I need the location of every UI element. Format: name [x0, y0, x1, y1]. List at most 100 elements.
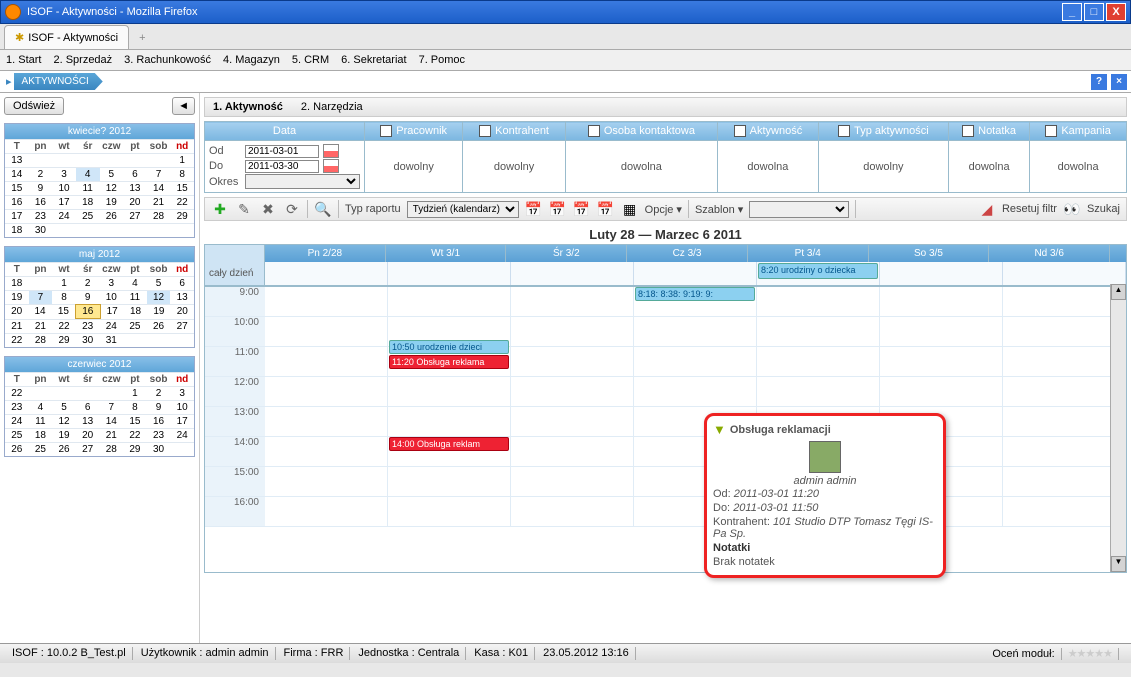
minical-day[interactable]: 23 — [147, 428, 171, 442]
minical-day[interactable]: 17 — [170, 414, 194, 428]
checkbox-icon[interactable] — [734, 125, 746, 137]
new-tab-button[interactable]: + — [129, 27, 155, 49]
filter-cell[interactable]: dowolna — [565, 141, 717, 193]
add-icon[interactable]: ✚ — [211, 200, 229, 218]
minical-day[interactable]: 13 — [170, 290, 194, 304]
menu-sekretariat[interactable]: 6. Sekretariat — [341, 54, 406, 66]
opcje-menu[interactable]: Opcje ▾ — [645, 203, 682, 216]
menu-rachunkowosc[interactable]: 3. Rachunkowość — [124, 54, 211, 66]
minical-day[interactable]: 8 — [170, 167, 194, 181]
minical-day[interactable]: 24 — [100, 319, 124, 333]
col-pn[interactable] — [265, 287, 388, 527]
cal5-icon[interactable]: 📅 — [549, 200, 567, 218]
event-birthday[interactable]: 10:50 urodzenie dzieci — [389, 340, 509, 354]
event-allday-birthday[interactable]: 8:20 urodziny o dziecka — [758, 263, 878, 279]
minical-day[interactable]: 17 — [101, 304, 124, 319]
minical-day[interactable]: 15 — [170, 181, 194, 195]
browser-tab[interactable]: ✱ ISOF - Aktywności — [4, 25, 129, 49]
minical-day[interactable]: 29 — [170, 209, 194, 223]
checkbox-icon[interactable] — [479, 125, 491, 137]
refresh-icon[interactable]: ⟳ — [283, 200, 301, 218]
reset-filter-button[interactable]: Resetuj filtr — [1002, 203, 1057, 215]
minical-day[interactable]: 22 — [5, 386, 29, 400]
minical-day[interactable]: 4 — [29, 400, 53, 414]
minical-day[interactable]: 30 — [29, 223, 53, 237]
minical-day[interactable]: 25 — [123, 319, 147, 333]
minical-day[interactable]: 16 — [29, 195, 53, 209]
minical-day[interactable] — [123, 223, 147, 237]
menu-sprzedaz[interactable]: 2. Sprzedaż — [53, 54, 112, 66]
minical-day[interactable]: 8 — [123, 400, 147, 414]
minical-day[interactable]: 24 — [170, 428, 194, 442]
minical-day[interactable]: 19 — [147, 304, 170, 319]
minical-day[interactable]: 28 — [147, 209, 171, 223]
minical-day[interactable] — [170, 442, 194, 456]
status-rate[interactable]: Oceń moduł:★★★★★ — [980, 647, 1125, 660]
checkbox-icon[interactable] — [1045, 125, 1057, 137]
filter-cell[interactable]: dowolny — [365, 141, 463, 193]
minical-day[interactable]: 23 — [76, 319, 100, 333]
col-pracownik[interactable]: Pracownik — [365, 122, 463, 141]
cal31-icon[interactable]: 📅 — [597, 200, 615, 218]
minical-day[interactable]: 5 — [147, 276, 171, 290]
checkbox-icon[interactable] — [962, 125, 974, 137]
minical-day[interactable]: 24 — [52, 209, 76, 223]
minical-day[interactable]: 7 — [29, 290, 53, 304]
minical-day[interactable]: 26 — [147, 319, 171, 333]
checkbox-icon[interactable] — [838, 125, 850, 137]
minical-day[interactable]: 3 — [100, 276, 124, 290]
col-nd[interactable] — [1003, 287, 1126, 527]
minical-day[interactable]: 3 — [52, 167, 76, 181]
eraser-icon[interactable]: ◢ — [978, 200, 996, 218]
minical-day[interactable]: 6 — [123, 167, 147, 181]
minical-day[interactable]: 11 — [123, 290, 147, 304]
minical-day[interactable]: 11 — [29, 414, 53, 428]
minical-day[interactable]: 26 — [5, 442, 29, 456]
minical-day[interactable]: 23 — [5, 400, 29, 414]
day-cz[interactable]: Cz 3/3 — [627, 245, 748, 262]
minical-day[interactable]: 14 — [147, 181, 171, 195]
col-aktywnosc[interactable]: Aktywność — [718, 122, 819, 141]
minical-day[interactable]: 22 — [170, 195, 194, 209]
filter-cell[interactable]: dowolny — [463, 141, 565, 193]
minical-day[interactable]: 12 — [100, 181, 124, 195]
minical-day[interactable] — [76, 386, 100, 400]
minical-day[interactable]: 18 — [5, 223, 29, 237]
minical-day[interactable]: 5 — [52, 400, 76, 414]
minical-day[interactable]: 20 — [5, 304, 28, 319]
minical-day[interactable] — [52, 153, 76, 167]
minical-day[interactable]: 27 — [123, 209, 147, 223]
menu-crm[interactable]: 5. CRM — [292, 54, 329, 66]
minical-day[interactable]: 1 — [123, 386, 147, 400]
minical-day[interactable]: 6 — [170, 276, 194, 290]
minical-day[interactable]: 24 — [5, 414, 29, 428]
minical-day[interactable] — [147, 333, 171, 347]
minical-day[interactable]: 3 — [170, 386, 194, 400]
minical-day[interactable]: 29 — [123, 442, 147, 456]
minical-day[interactable] — [170, 333, 194, 347]
event-cz9[interactable]: 8:18: 8:38: 9:19: 9: — [635, 287, 755, 301]
szukaj-button[interactable]: Szukaj — [1087, 203, 1120, 215]
calendar-icon[interactable] — [323, 159, 339, 173]
szablon-select[interactable] — [749, 201, 849, 218]
minical-day[interactable]: 20 — [171, 304, 194, 319]
minical-day[interactable]: 17 — [5, 209, 29, 223]
minical-day[interactable]: 10 — [100, 290, 124, 304]
minical-day[interactable]: 26 — [52, 442, 76, 456]
day-pn[interactable]: Pn 2/28 — [265, 245, 386, 262]
minical-day[interactable]: 7 — [147, 167, 171, 181]
minical-day[interactable]: 2 — [147, 386, 171, 400]
col-sr[interactable] — [511, 287, 634, 527]
minical-day[interactable] — [100, 386, 124, 400]
minical-day[interactable]: 16 — [147, 414, 171, 428]
minical-day[interactable]: 12 — [147, 290, 171, 304]
minical-day[interactable] — [29, 386, 53, 400]
minical-day[interactable] — [123, 153, 147, 167]
minical-day[interactable]: 12 — [52, 414, 76, 428]
col-kontrahent[interactable]: Kontrahent — [463, 122, 565, 141]
minical-day[interactable]: 7 — [100, 400, 124, 414]
subtab-narzedzia[interactable]: 2. Narzędzia — [301, 101, 363, 113]
maximize-button[interactable]: □ — [1084, 3, 1104, 21]
filter-cell[interactable]: dowolna — [718, 141, 819, 193]
subtab-aktywnosc[interactable]: 1. Aktywność — [213, 101, 283, 113]
